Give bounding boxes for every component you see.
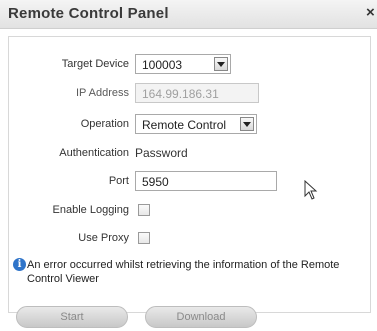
dialog-titlebar[interactable]: Remote Control Panel × [0,0,377,29]
ip-address-field: 164.99.186.31 [135,83,259,103]
target-device-value: 100003 [142,58,183,72]
use-proxy-label: Use Proxy [78,232,129,244]
ip-address-label: IP Address [76,87,129,99]
form-panel: Target Device 100003 IP Address 164.99.1… [8,36,371,313]
target-device-label: Target Device [61,58,129,70]
close-button[interactable]: × [366,4,377,22]
port-label: Port [108,175,129,187]
port-field[interactable]: 5950 [135,171,277,191]
start-button[interactable]: Start [16,306,128,328]
operation-label: Operation [80,118,129,130]
chevron-down-icon[interactable] [240,117,254,131]
error-message: i An error occurred whilst retrieving th… [13,258,368,290]
enable-logging-label: Enable Logging [52,204,129,216]
target-device-select[interactable]: 100003 [135,54,231,74]
download-button[interactable]: Download [145,306,257,328]
error-message-text: An error occurred whilst retrieving the … [27,259,340,285]
remote-control-dialog: Remote Control Panel × Target Device 100… [0,0,377,331]
use-proxy-checkbox[interactable] [138,232,150,244]
remote-control-form: Target Device 100003 IP Address 164.99.1… [9,37,370,247]
chevron-down-icon[interactable] [214,57,228,71]
enable-logging-checkbox[interactable] [138,204,150,216]
authentication-value: Password [135,146,188,160]
authentication-label: Authentication [59,147,129,159]
mouse-cursor-icon [304,179,318,205]
dialog-title: Remote Control Panel [8,5,169,22]
operation-select[interactable]: Remote Control [135,114,257,134]
info-icon: i [13,258,26,271]
operation-value: Remote Control [142,118,227,132]
